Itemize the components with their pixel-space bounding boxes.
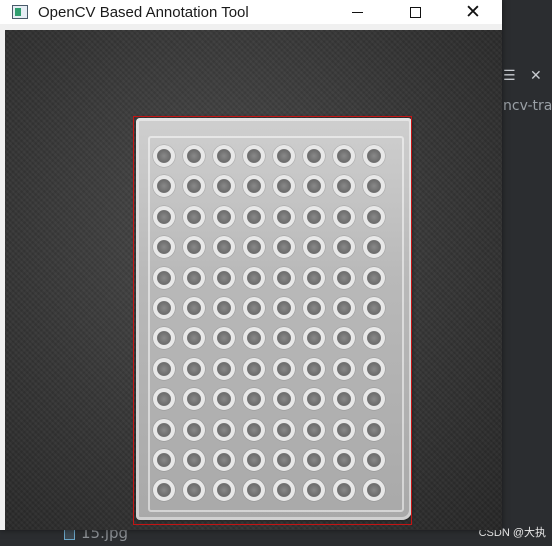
image-canvas[interactable]: [5, 30, 502, 530]
maximize-button[interactable]: [386, 0, 444, 24]
minimize-icon: [351, 11, 363, 13]
close-panel-icon[interactable]: ✕: [530, 68, 546, 84]
close-button[interactable]: ✕: [444, 0, 502, 24]
app-icon: [12, 5, 28, 19]
ide-tab-fragment[interactable]: ncv-tra: [503, 98, 552, 114]
collapse-all-icon[interactable]: ☰: [503, 68, 519, 84]
close-icon: ✕: [465, 0, 481, 23]
maximize-icon: [409, 6, 421, 18]
window-controls: ✕: [328, 0, 502, 24]
annotation-window: OpenCV Based Annotation Tool ✕: [0, 0, 502, 530]
annotation-bounding-box[interactable]: [133, 116, 412, 525]
minimize-button[interactable]: [328, 0, 386, 24]
window-title: OpenCV Based Annotation Tool: [38, 3, 249, 21]
title-bar[interactable]: OpenCV Based Annotation Tool ✕: [0, 0, 502, 24]
